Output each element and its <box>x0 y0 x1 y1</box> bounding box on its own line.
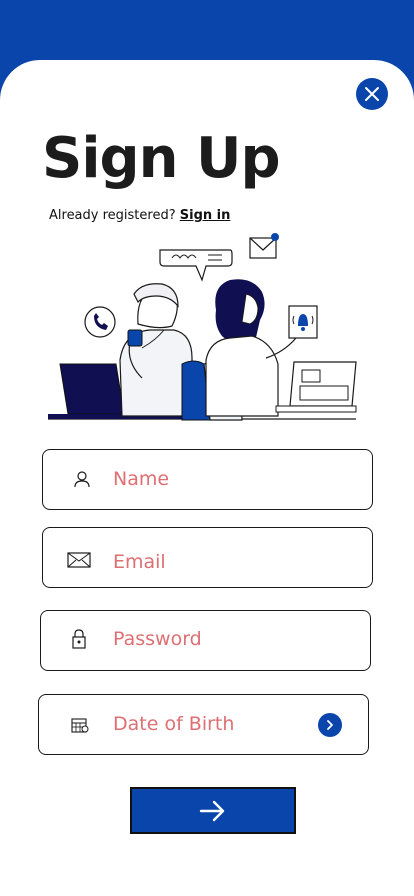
chevron-right-icon <box>327 720 333 730</box>
email-placeholder: Email <box>113 551 166 573</box>
close-icon <box>365 87 379 101</box>
arrow-right-icon <box>199 800 225 821</box>
calendar-icon <box>71 717 89 733</box>
mail-icon <box>67 552 91 568</box>
signin-prompt: Already registered? Sign in <box>49 208 230 223</box>
dob-field[interactable]: Date of Birth <box>38 694 369 755</box>
dob-placeholder: Date of Birth <box>113 713 235 735</box>
lock-icon <box>71 629 87 649</box>
page-title: Sign Up <box>42 126 281 191</box>
email-field[interactable]: Email <box>42 527 373 588</box>
name-field[interactable]: Name <box>42 449 373 510</box>
user-icon <box>73 470 91 488</box>
password-placeholder: Password <box>113 628 202 650</box>
signin-link[interactable]: Sign in <box>180 208 231 223</box>
submit-button[interactable] <box>130 787 296 834</box>
name-placeholder: Name <box>113 468 170 490</box>
close-button[interactable] <box>356 78 388 110</box>
password-field[interactable]: Password <box>40 610 371 671</box>
signin-prompt-text: Already registered? <box>49 208 176 223</box>
dob-next-button[interactable] <box>318 713 342 737</box>
signup-illustration <box>48 233 357 421</box>
